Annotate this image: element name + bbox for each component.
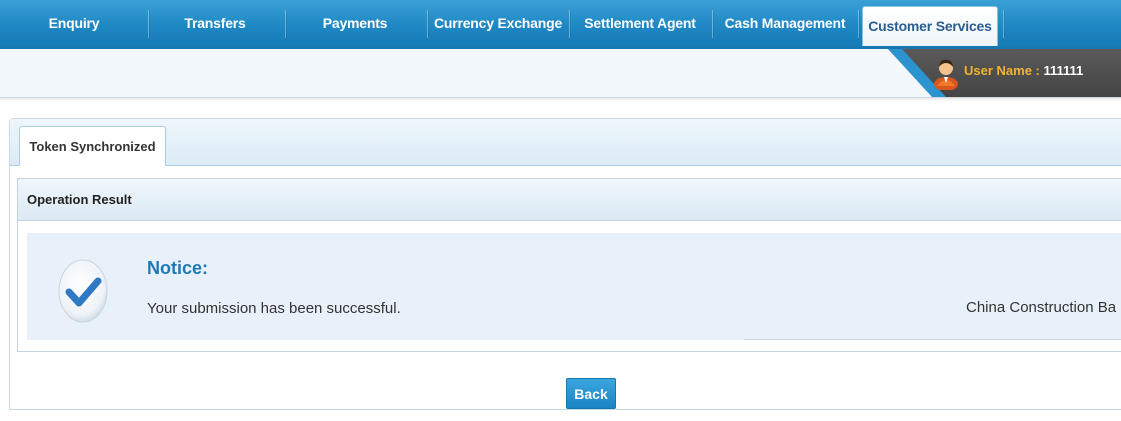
nav-tab-cash-management[interactable]: Cash Management [715,0,855,46]
nav-separator [858,10,859,38]
notice-title: Notice: [147,258,209,278]
checkmark-icon [58,259,108,323]
nav-tab-settlement-agent[interactable]: Settlement Agent [572,0,708,46]
operation-result-header [18,179,1121,221]
nav-tab-currency-exchange[interactable]: Currency Exchange [430,0,566,46]
tab-token-synchronized[interactable]: Token Synchronized [19,126,166,166]
nav-tab-payments[interactable]: Payments [287,0,423,46]
nav-tab-transfers[interactable]: Transfers [150,0,280,46]
notice-message: Your submission has been successful. [147,300,401,317]
user-name-caption: User Name : [964,63,1044,78]
user-name-label: User Name : 111111 [964,63,1083,78]
nav-separator [427,10,428,38]
page-tab-strip [10,119,1121,166]
nav-separator [1003,10,1004,38]
nav-tab-enquiry[interactable]: Enquiry [4,0,144,46]
top-navigation: Enquiry Transfers Payments Currency Exch… [0,0,1121,49]
notice-area [27,233,1121,340]
nav-separator [569,10,570,38]
operation-result-title: Operation Result [27,192,132,207]
nav-separator [712,10,713,38]
user-avatar-icon [934,59,958,90]
nav-tab-customer-services[interactable]: Customer Services [862,6,998,46]
nav-separator [148,10,149,38]
back-button[interactable]: Back [566,378,616,409]
user-name-value: 111111 [1043,63,1084,78]
bank-name: China Construction Ba [966,299,1117,316]
nav-separator [285,10,286,38]
notice-divider [744,339,1121,340]
